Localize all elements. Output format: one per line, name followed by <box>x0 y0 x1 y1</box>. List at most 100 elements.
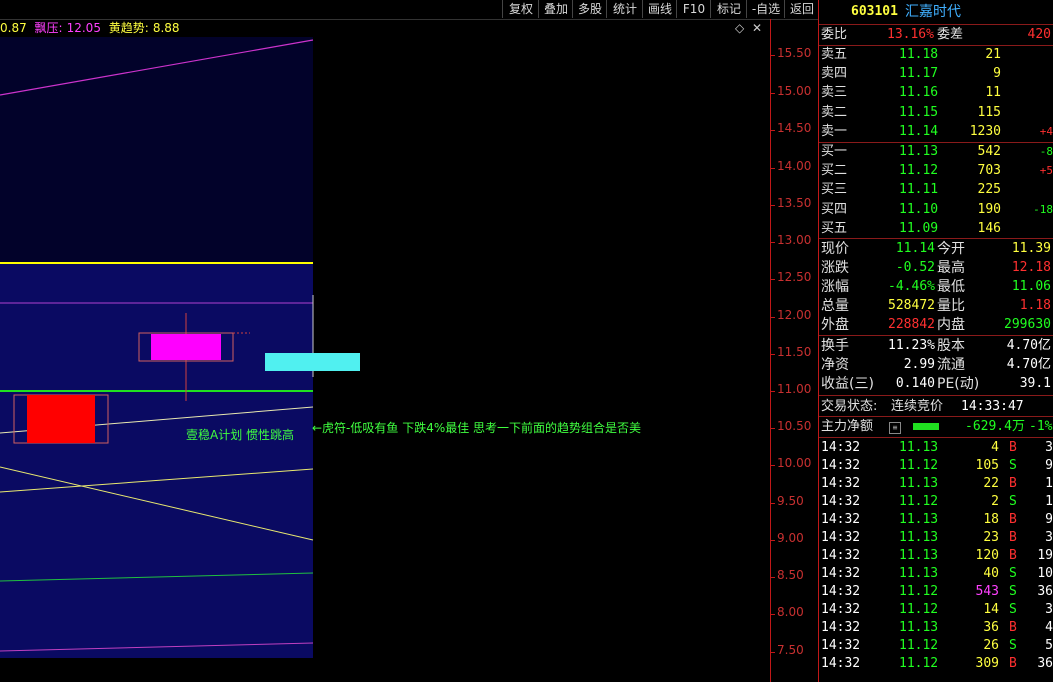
main-flow-pct: -1% <box>1029 419 1053 434</box>
stat-value: -4.46% <box>888 279 935 294</box>
tick-count: 1 <box>1045 494 1053 509</box>
stat-value: 1.18 <box>1019 298 1051 313</box>
axis-tick-label: 12.50 <box>777 270 812 284</box>
tick-count: 1 <box>1045 476 1053 491</box>
tick-row[interactable]: 14:32 11.12 309 B 36 <box>819 655 1053 673</box>
tick-count: 9 <box>1045 512 1053 527</box>
stat-label: 外盘 <box>821 317 849 333</box>
tick-time: 14:32 <box>821 584 861 599</box>
tick-row[interactable]: 14:32 11.13 4 B 3 <box>819 439 1053 457</box>
tick-row[interactable]: 14:32 11.13 18 B 9 <box>819 511 1053 529</box>
buy-volume: 542 <box>977 144 1001 159</box>
draw-line-button[interactable]: 画线 <box>642 0 677 18</box>
tick-count: 10 <box>1037 566 1053 581</box>
axis-tick-label: 14.50 <box>777 121 812 135</box>
stat-value: 11.23% <box>888 338 935 353</box>
tick-volume: 543 <box>975 584 999 599</box>
tick-side: S <box>1009 494 1017 509</box>
tick-count: 36 <box>1037 656 1053 671</box>
stat-label: 涨跌 <box>821 260 849 276</box>
ratio-label: 委比 <box>821 27 848 42</box>
buy-volume: 146 <box>977 220 1001 236</box>
tick-volume: 22 <box>983 476 999 491</box>
axis-tick-mark <box>770 614 775 615</box>
sell-row: 卖三 11.16 11 <box>819 84 1053 102</box>
stat-label: 量比 <box>937 298 965 314</box>
axis-tick-mark <box>770 279 775 280</box>
axis-tick-mark <box>770 168 775 169</box>
stat-value: 0.140 <box>895 376 935 391</box>
main-flow-value: -629.4万 <box>965 419 1025 434</box>
magenta-candle <box>151 334 221 360</box>
buy-price: 11.12 <box>899 163 939 179</box>
tick-row[interactable]: 14:32 11.13 40 S 10 <box>819 565 1053 583</box>
back-button[interactable]: 返回 <box>784 0 819 18</box>
sell-volume: 9 <box>993 66 1001 82</box>
buy-level-label: 买三 <box>821 182 848 198</box>
chart-toolbar: 复权 叠加 多股 统计 画线 F10 标记 -自选 返回 <box>0 0 818 20</box>
tick-row[interactable]: 14:32 11.13 23 B 3 <box>819 529 1053 547</box>
axis-tick-label: 7.50 <box>777 643 804 657</box>
red-candle <box>27 395 95 443</box>
divider <box>819 238 1053 239</box>
sell-price: 11.15 <box>899 104 939 120</box>
tick-side: B <box>1009 620 1017 635</box>
close-icon[interactable]: ✕ <box>752 19 762 37</box>
tick-row[interactable]: 14:32 11.12 26 S 5 <box>819 637 1053 655</box>
diff-value: 420 <box>1027 27 1051 42</box>
tick-row[interactable]: 14:32 11.12 543 S 36 <box>819 583 1053 601</box>
tick-row[interactable]: 14:32 11.12 14 S 3 <box>819 601 1053 619</box>
axis-tick-label: 10.50 <box>777 419 812 433</box>
tick-row[interactable]: 14:32 11.13 22 B 1 <box>819 475 1053 493</box>
buy-price: 11.13 <box>899 144 939 159</box>
stat-value: 12.18 <box>1011 260 1051 275</box>
tick-volume: 23 <box>983 530 999 545</box>
stat-value: 39.1 <box>1019 376 1051 391</box>
axis-tick-mark <box>770 428 775 429</box>
stat-value: -0.52 <box>895 260 935 275</box>
tick-side: S <box>1009 566 1017 581</box>
tick-time: 14:32 <box>821 512 861 527</box>
tick-price: 11.13 <box>899 440 939 455</box>
trend-label: 黄趋势: <box>108 21 149 35</box>
trade-time: 14:33:47 <box>961 399 1024 414</box>
tick-side: B <box>1009 476 1017 491</box>
tick-price: 11.13 <box>899 620 939 635</box>
tick-time: 14:32 <box>821 602 861 617</box>
f10-button[interactable]: F10 <box>676 0 711 18</box>
tick-side: S <box>1009 638 1017 653</box>
axis-tick-label: 12.00 <box>777 308 812 322</box>
flow-bar <box>913 423 939 430</box>
tick-row[interactable]: 14:32 11.12 105 S 9 <box>819 457 1053 475</box>
annotation-plan: 壹稳A计划 惯性跳高 <box>186 428 295 442</box>
lower-panel-bg <box>0 263 313 658</box>
diamond-icon[interactable]: ◇ <box>735 19 744 37</box>
tick-side: B <box>1009 512 1017 527</box>
restore-rights-button[interactable]: 复权 <box>502 0 539 18</box>
buy-level-label: 买四 <box>821 201 848 217</box>
tick-time: 14:32 <box>821 566 861 581</box>
kline-chart[interactable]: 壹稳A计划 惯性跳高 ←虎符-低吸有鱼 下跌4%最佳 思考一下前面的趋势组合是否… <box>0 37 770 682</box>
list-icon[interactable]: ≡ <box>889 422 901 434</box>
tick-count: 3 <box>1045 530 1053 545</box>
tick-row[interactable]: 14:32 11.13 120 B 19 <box>819 547 1053 565</box>
axis-tick-label: 13.00 <box>777 233 812 247</box>
stat-row: 现价 11.14 今开 11.39 <box>819 240 1053 258</box>
buy-row: 买四 11.10 190 -18 <box>819 201 1053 219</box>
axis-tick-label: 9.00 <box>777 531 804 545</box>
stat-label: 总量 <box>821 298 849 314</box>
tick-count: 5 <box>1045 638 1053 653</box>
axis-tick-label: 13.50 <box>777 196 812 210</box>
stock-code: 603101 <box>851 4 898 19</box>
axis-tick-mark <box>770 391 775 392</box>
tick-row[interactable]: 14:32 11.12 2 S 1 <box>819 493 1053 511</box>
statistics-button[interactable]: 统计 <box>606 0 643 18</box>
mark-button[interactable]: 标记 <box>710 0 747 18</box>
overlay-button[interactable]: 叠加 <box>538 0 573 18</box>
multi-stock-button[interactable]: 多股 <box>572 0 607 18</box>
tick-volume: 105 <box>975 458 999 473</box>
sell-change: +4 <box>1039 124 1053 138</box>
tick-row[interactable]: 14:32 11.13 36 B 4 <box>819 619 1053 637</box>
sell-row: 卖四 11.17 9 <box>819 65 1053 83</box>
add-watchlist-button[interactable]: -自选 <box>746 0 785 18</box>
